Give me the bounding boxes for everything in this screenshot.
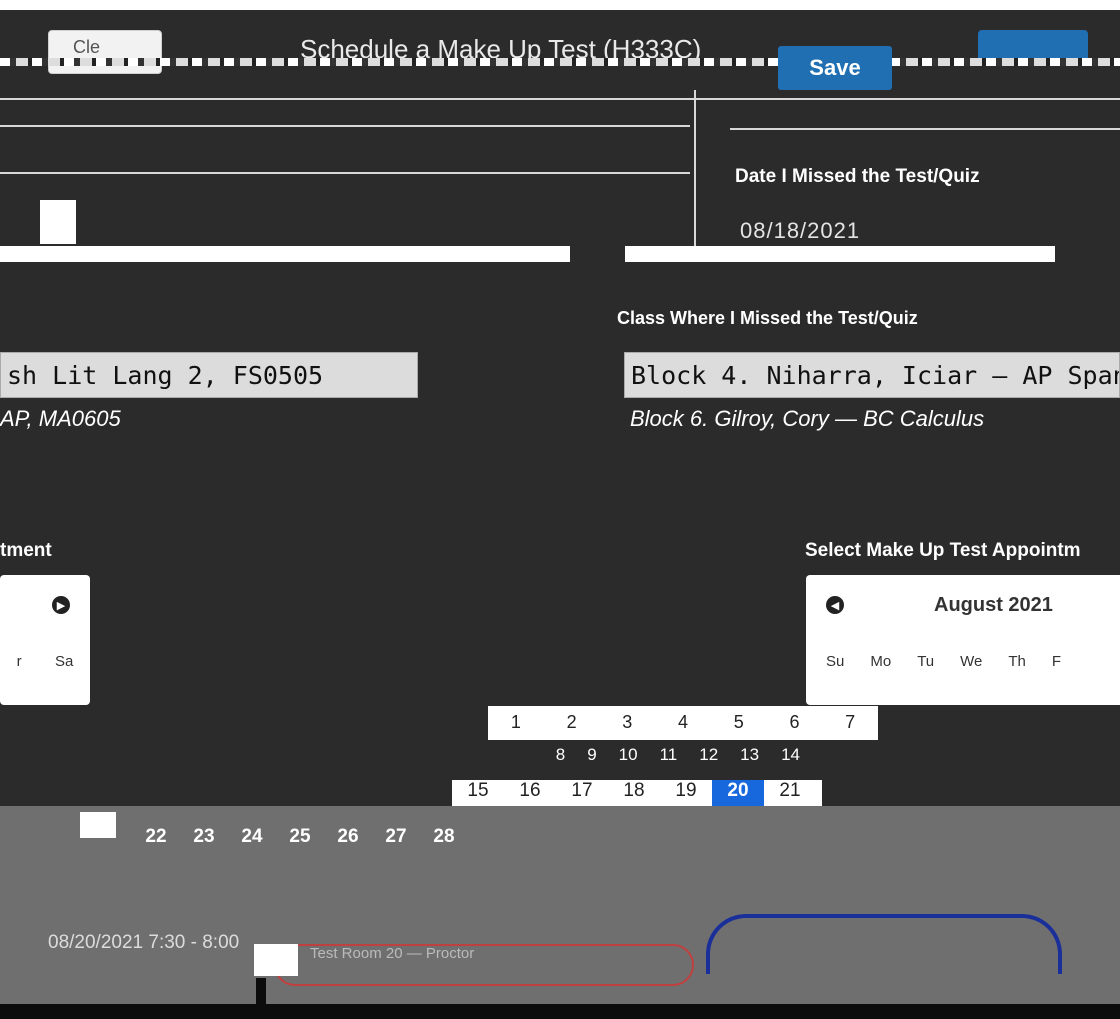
select-slot-button[interactable] <box>706 914 1062 974</box>
calendar-day[interactable]: 28 <box>420 826 468 848</box>
class-option[interactable]: Block 6. Gilroy, Cory — BC Calculus <box>630 406 1120 432</box>
next-month-icon[interactable]: ▶ <box>52 596 70 614</box>
calendar-day[interactable]: 26 <box>324 826 372 848</box>
calendar-day[interactable]: 15 <box>452 780 504 806</box>
save-button[interactable]: Save <box>778 46 892 90</box>
calendar-day[interactable]: 10 <box>619 745 638 764</box>
calendar-day[interactable]: 13 <box>740 745 759 764</box>
calendar-week-row: 15 16 17 18 19 20 21 <box>452 780 822 806</box>
calendar-day[interactable]: 23 <box>180 826 228 848</box>
calendar-day[interactable]: 14 <box>781 745 800 764</box>
calendar-day[interactable]: 24 <box>228 826 276 848</box>
class-missed-select[interactable]: Block 4. Niharra, Iciar — AP Span <box>624 352 1120 398</box>
dow-label: Tu <box>917 653 935 670</box>
calendar-day[interactable]: 8 <box>556 745 565 764</box>
left-calendar: ▶ r Sa <box>0 575 90 705</box>
dow-label: F <box>1051 653 1062 670</box>
class-missed-selected: Block 4. Niharra, Iciar — AP Span <box>631 360 1120 390</box>
left-class-selected: sh Lit Lang 2, FS0505 <box>7 360 324 390</box>
calendar-day[interactable]: 12 <box>699 745 718 764</box>
calendar-day-selected[interactable]: 20 <box>712 780 764 806</box>
appointment-slot-detail: Test Room 20 — Proctor <box>310 945 475 962</box>
left-input-block <box>40 200 76 244</box>
left-class-option[interactable]: AP, MA0605 <box>0 406 410 432</box>
calendar-day[interactable]: 3 <box>599 706 655 740</box>
dow-label: r <box>16 653 22 670</box>
clear-button[interactable]: Cle <box>48 30 162 74</box>
header-divider <box>0 58 780 66</box>
left-field-bar <box>0 246 570 262</box>
calendar-week-row: 1 2 3 4 5 6 7 <box>488 706 878 740</box>
prev-month-icon[interactable]: ◀ <box>826 596 844 614</box>
left-class-select[interactable]: sh Lit Lang 2, FS0505 <box>0 352 418 398</box>
calendar-month-title: August 2021 <box>934 593 1053 616</box>
calendar-day[interactable]: 22 <box>132 826 180 848</box>
calendar-day[interactable]: 2 <box>544 706 600 740</box>
dow-label: Th <box>1008 653 1026 670</box>
calendar-day[interactable]: 18 <box>608 780 660 806</box>
calendar-day[interactable]: 1 <box>488 706 544 740</box>
divider <box>0 125 690 127</box>
date-missed-label: Date I Missed the Test/Quiz <box>735 166 980 187</box>
scroll-handle[interactable] <box>256 978 266 1006</box>
calendar-day[interactable]: 9 <box>587 745 596 764</box>
top-stripe <box>0 0 1120 10</box>
calendar-day[interactable]: 7 <box>822 706 878 740</box>
calendar-week-row: 8 9 10 11 12 13 14 <box>100 745 800 764</box>
calendar-day[interactable]: 11 <box>660 745 678 764</box>
save-label: Save <box>809 55 861 80</box>
appointment-calendar: ◀ August 2021 Su Mo Tu We Th F <box>806 575 1120 705</box>
calendar-day[interactable]: 17 <box>556 780 608 806</box>
calendar-day[interactable]: 16 <box>504 780 556 806</box>
calendar-week-row: 22 23 24 25 26 27 28 <box>132 826 468 848</box>
calendar-day[interactable]: 21 <box>764 780 816 806</box>
class-missed-label: Class Where I Missed the Test/Quiz <box>617 308 918 328</box>
slot-marker <box>80 812 116 838</box>
clear-label: Cle <box>73 37 101 57</box>
calendar-day[interactable]: 6 <box>767 706 823 740</box>
dow-label: Su <box>826 653 845 670</box>
header-divider <box>890 58 1120 66</box>
dow-label: Mo <box>870 653 892 670</box>
calendar-day[interactable]: 27 <box>372 826 420 848</box>
divider <box>694 90 696 250</box>
date-missed-input[interactable]: 08/18/2021 <box>740 218 860 244</box>
calendar-day[interactable]: 19 <box>660 780 712 806</box>
divider <box>0 98 1120 100</box>
calendar-day[interactable]: 25 <box>276 826 324 848</box>
calendar-day[interactable]: 4 <box>655 706 711 740</box>
appointment-label: Select Make Up Test Appointm <box>805 540 1081 561</box>
slot-chip <box>254 944 298 976</box>
divider <box>0 172 690 174</box>
calendar-day[interactable]: 5 <box>711 706 767 740</box>
dow-label: We <box>960 653 983 670</box>
date-field-bar <box>625 246 1055 262</box>
appointment-slot-text[interactable]: 08/20/2021 7:30 - 8:00 <box>48 932 239 954</box>
divider <box>730 128 1120 130</box>
left-appointment-label: tment <box>0 540 52 561</box>
dow-label: Sa <box>54 653 74 670</box>
footer-bar <box>0 1004 1120 1019</box>
